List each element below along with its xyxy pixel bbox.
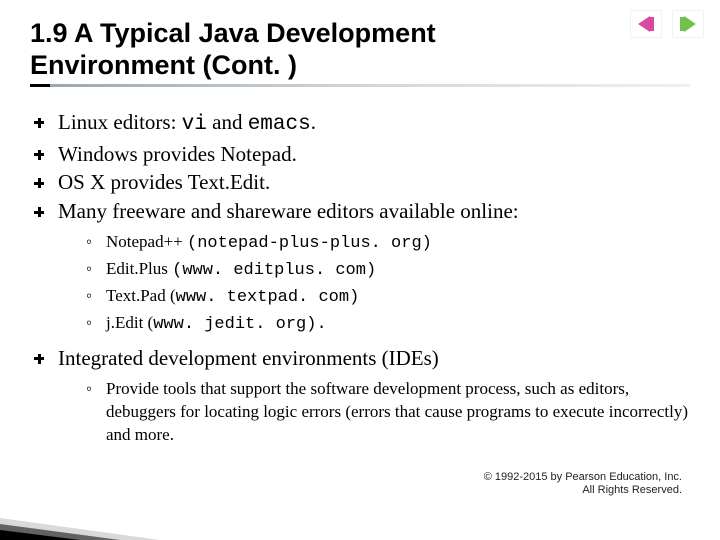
- main-bullet-list: Linux editors: vi and emacs. Windows pro…: [30, 109, 690, 447]
- text: Provide tools that support the software …: [106, 379, 688, 444]
- code-emacs: emacs: [248, 113, 311, 136]
- prev-button[interactable]: [630, 10, 662, 38]
- prev-icon: [634, 14, 658, 34]
- editor-sublist: Notepad++ (notepad-plus-plus. org) Edit.…: [58, 231, 690, 337]
- text: j.Edit (: [106, 313, 153, 332]
- text: Integrated development environments (IDE…: [58, 346, 439, 370]
- sub-textpad: Text.Pad (www. textpad. com): [84, 285, 690, 310]
- text: and: [207, 110, 248, 134]
- bullet-windows: Windows provides Notepad.: [30, 141, 690, 168]
- url: www. jedit. org).: [153, 315, 326, 334]
- text: Windows provides Notepad.: [58, 142, 297, 166]
- corner-decoration: [0, 510, 160, 540]
- ide-sublist: Provide tools that support the software …: [58, 378, 690, 447]
- text: Notepad++: [106, 232, 187, 251]
- copyright-line2: All Rights Reserved.: [484, 484, 682, 498]
- url: (www. editplus. com): [172, 261, 376, 280]
- text: Edit.Plus: [106, 259, 172, 278]
- url: www. textpad. com): [176, 288, 360, 307]
- slide-title: 1.9 A Typical Java Development Environme…: [30, 18, 550, 82]
- copyright: © 1992-2015 by Pearson Education, Inc. A…: [484, 471, 682, 499]
- text: Linux editors:: [58, 110, 182, 134]
- bullet-freeware: Many freeware and shareware editors avai…: [30, 198, 690, 337]
- text: .: [311, 110, 316, 134]
- sub-editplus: Edit.Plus (www. editplus. com): [84, 258, 690, 283]
- bullet-ide: Integrated development environments (IDE…: [30, 345, 690, 447]
- next-button[interactable]: [672, 10, 704, 38]
- bullet-osx: OS X provides Text.Edit.: [30, 169, 690, 196]
- bullet-linux-editors: Linux editors: vi and emacs.: [30, 109, 690, 139]
- slide: 1.9 A Typical Java Development Environme…: [0, 0, 720, 540]
- code-vi: vi: [182, 113, 207, 136]
- sub-ide-desc: Provide tools that support the software …: [84, 378, 690, 447]
- text: Text.Pad (: [106, 286, 176, 305]
- text: OS X provides Text.Edit.: [58, 170, 270, 194]
- next-icon: [676, 14, 700, 34]
- url: (notepad-plus-plus. org): [187, 234, 432, 253]
- sub-notepadpp: Notepad++ (notepad-plus-plus. org): [84, 231, 690, 256]
- title-underline: [30, 84, 690, 87]
- sub-jedit: j.Edit (www. jedit. org).: [84, 312, 690, 337]
- nav-buttons: [630, 10, 704, 38]
- copyright-line1: © 1992-2015 by Pearson Education, Inc.: [484, 471, 682, 485]
- text: Many freeware and shareware editors avai…: [58, 199, 519, 223]
